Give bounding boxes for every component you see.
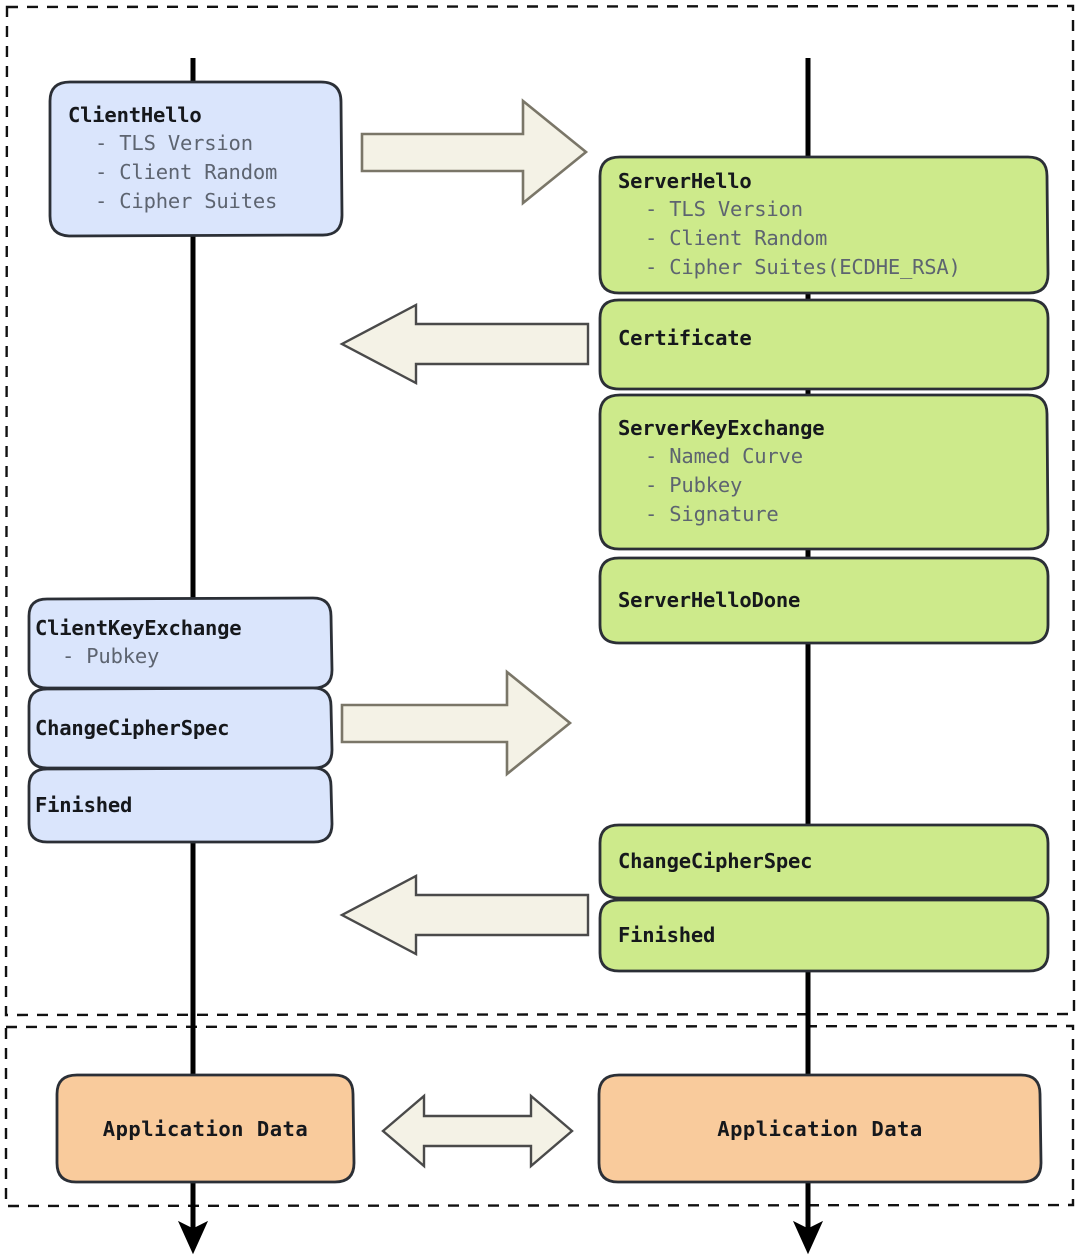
- server-finished-box[interactable]: Finished: [600, 900, 1048, 971]
- server-change-cipher-spec-title: ChangeCipherSpec: [618, 849, 813, 873]
- server-hello-item-2: - Cipher Suites(ECDHE_RSA): [645, 254, 961, 279]
- client-key-exchange-item-0: - Pubkey: [62, 643, 160, 668]
- client-finished-box[interactable]: Finished: [29, 768, 332, 842]
- client-hello-item-0: - TLS Version: [95, 130, 253, 155]
- server-hello-done-box[interactable]: ServerHelloDone: [600, 558, 1048, 643]
- certificate-box[interactable]: Certificate: [600, 300, 1048, 389]
- client-hello-item-2: - Cipher Suites: [95, 188, 278, 213]
- server-application-data-box[interactable]: Application Data: [599, 1075, 1041, 1182]
- client-key-exchange-title: ClientKeyExchange: [35, 616, 242, 641]
- server-hello-item-0: - TLS Version: [645, 196, 803, 221]
- server-hello-item-1: - Client Random: [645, 225, 828, 250]
- certificate-title: Certificate: [618, 326, 752, 350]
- server-hello-done-title: ServerHelloDone: [618, 588, 801, 612]
- server-application-data-label: Application Data: [717, 1116, 923, 1141]
- server-key-exchange-box[interactable]: ServerKeyExchange - Named Curve - Pubkey…: [600, 395, 1048, 549]
- client-hello-box[interactable]: ClientHello - TLS Version - Client Rando…: [50, 82, 342, 236]
- client-change-cipher-spec-box[interactable]: ChangeCipherSpec: [29, 688, 332, 768]
- client-key-exchange-box[interactable]: ClientKeyExchange - Pubkey: [29, 598, 332, 688]
- server-finished-title: Finished: [618, 923, 716, 947]
- client-application-data-label: Application Data: [102, 1116, 309, 1141]
- server-hello-box[interactable]: ServerHello - TLS Version - Client Rando…: [600, 157, 1048, 293]
- client-hello-title: ClientHello: [68, 103, 202, 128]
- server-key-exchange-item-2: - Signature: [645, 501, 779, 526]
- server-key-exchange-title: ServerKeyExchange: [618, 416, 825, 440]
- server-change-cipher-spec-box[interactable]: ChangeCipherSpec: [600, 825, 1048, 898]
- client-application-data-box[interactable]: Application Data: [57, 1075, 354, 1182]
- client-change-cipher-spec-title: ChangeCipherSpec: [35, 715, 230, 740]
- client-finished-title: Finished: [35, 792, 133, 817]
- server-hello-title: ServerHello: [618, 169, 752, 194]
- server-key-exchange-item-0: - Named Curve: [645, 443, 803, 468]
- tls-handshake-diagram: ClientHello - TLS Version - Client Rando…: [0, 0, 1080, 1259]
- client-hello-item-1: - Client Random: [95, 159, 278, 184]
- server-key-exchange-item-1: - Pubkey: [645, 472, 743, 497]
